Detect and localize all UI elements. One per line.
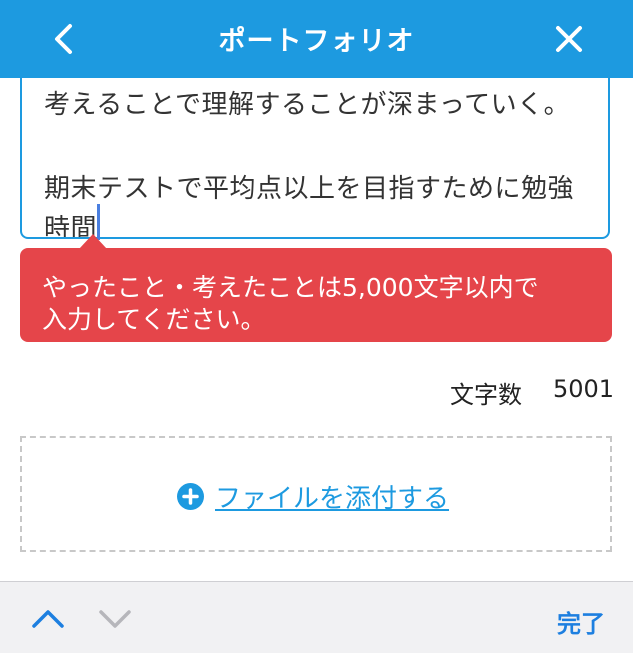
next-field-button[interactable] bbox=[95, 604, 135, 634]
done-button[interactable]: 完了 bbox=[557, 604, 605, 639]
chevron-down-icon bbox=[99, 610, 131, 628]
char-count-value: 5001 bbox=[553, 375, 615, 403]
attach-file-button[interactable]: ファイルを添付する bbox=[20, 436, 612, 552]
plus-circle-icon bbox=[177, 483, 204, 510]
portfolio-edit-screen: 考えることで理解することが深まっていく。 期末テストで平均点以上を目指すために勉… bbox=[0, 0, 633, 653]
keyboard-accessory-bar: 完了 bbox=[0, 581, 633, 653]
text-line-1: 考えることで理解することが深まっていく。 bbox=[44, 90, 571, 120]
error-message-line-1: やったこと・考えたことは5,000文字以内で bbox=[42, 273, 539, 302]
app-header: ポートフォリオ bbox=[0, 0, 633, 78]
char-count-label: 文字数 bbox=[450, 381, 522, 409]
portfolio-text-area[interactable]: 考えることで理解することが深まっていく。 期末テストで平均点以上を目指すために勉… bbox=[20, 60, 610, 239]
error-tooltip-arrow bbox=[79, 234, 107, 249]
page-title: ポートフォリオ bbox=[218, 26, 415, 57]
close-icon bbox=[556, 26, 582, 52]
error-tooltip: やったこと・考えたことは5,000文字以内で 入力してください。 bbox=[20, 248, 612, 342]
close-button[interactable] bbox=[544, 16, 592, 62]
error-message-line-2: 入力してください。 bbox=[42, 305, 266, 334]
previous-field-button[interactable] bbox=[28, 604, 68, 634]
text-line-3: 期末テストで平均点以上を目指すために勉強 bbox=[44, 174, 575, 204]
chevron-up-icon bbox=[32, 610, 64, 628]
attach-file-label[interactable]: ファイルを添付する bbox=[215, 478, 449, 515]
